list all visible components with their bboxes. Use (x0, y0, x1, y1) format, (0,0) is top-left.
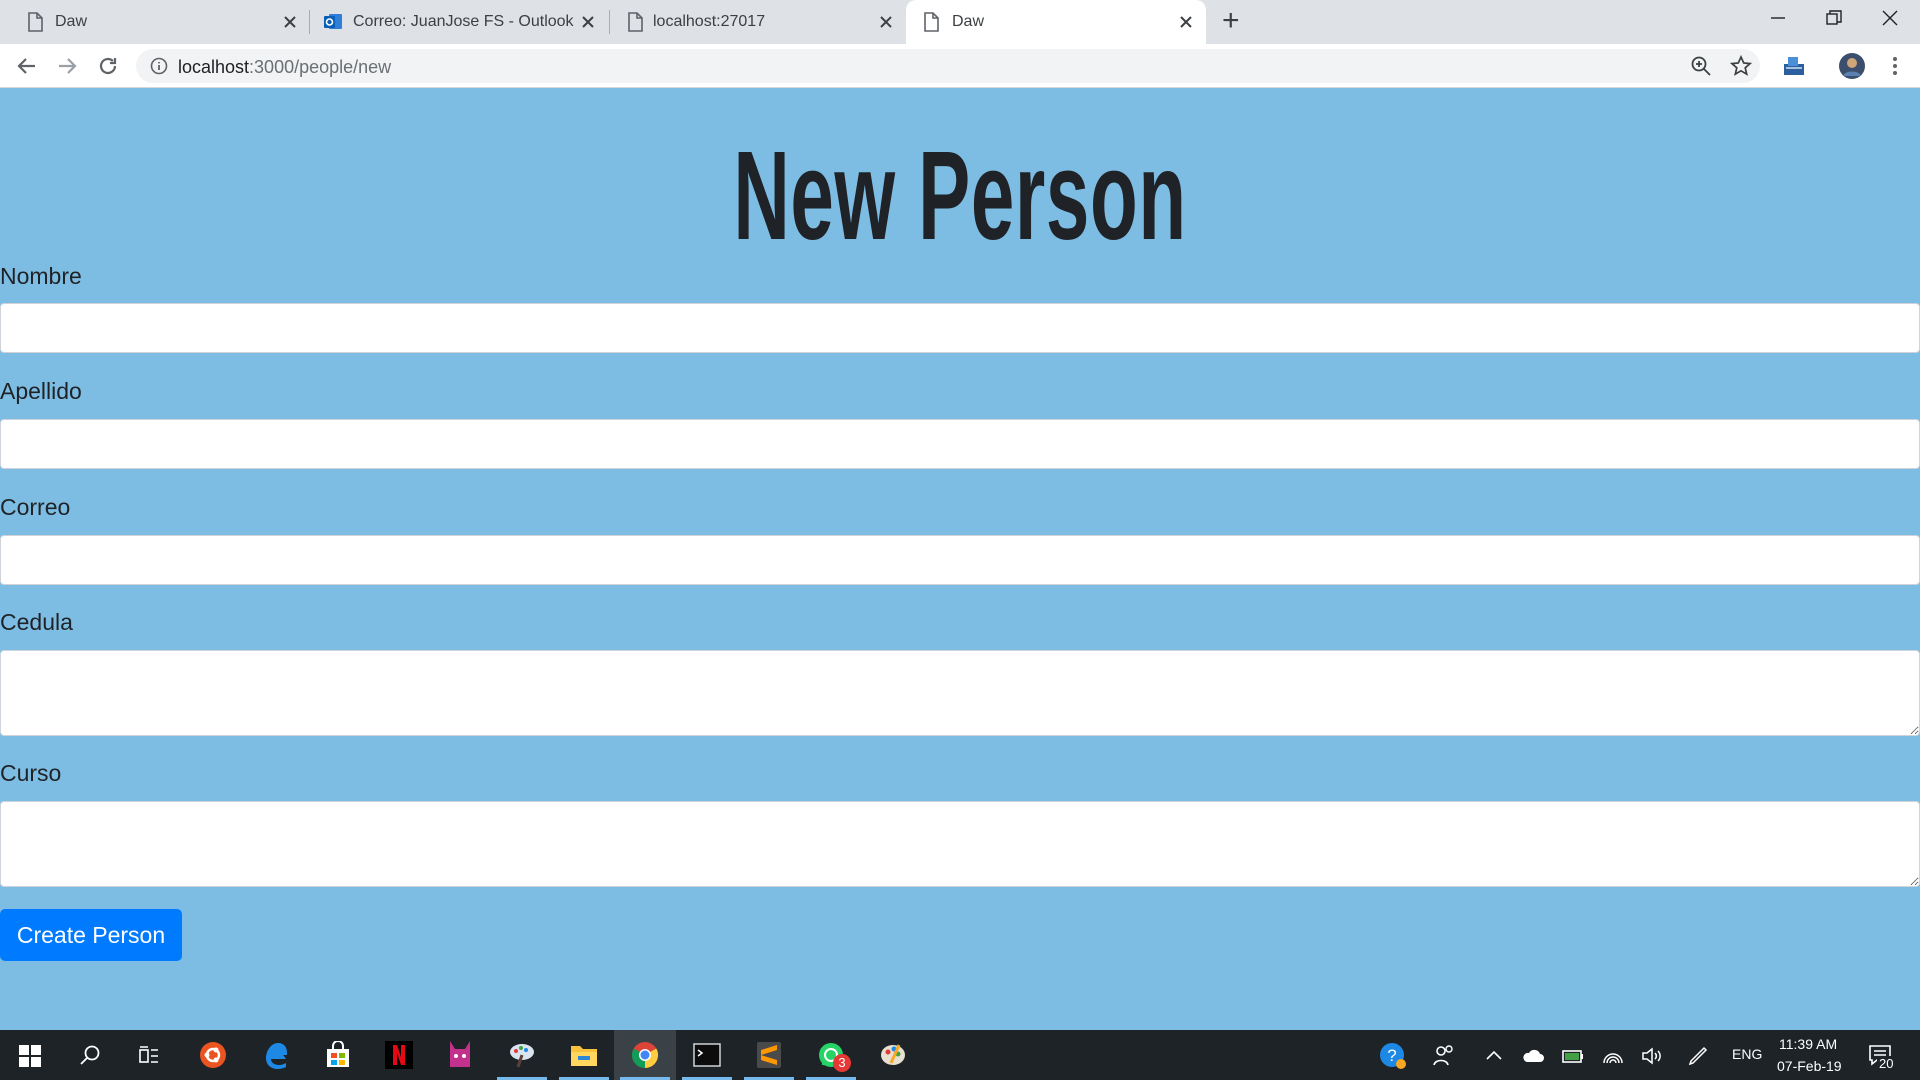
terminal-icon[interactable] (676, 1030, 738, 1080)
correo-field[interactable] (0, 535, 1920, 585)
store-icon[interactable] (307, 1030, 369, 1080)
tab-daw-active[interactable]: Daw (906, 0, 1206, 44)
battery-icon[interactable] (1561, 1044, 1585, 1068)
page-title: New Person (733, 125, 1187, 266)
tab-title: Daw (952, 13, 985, 30)
close-icon[interactable] (1176, 12, 1196, 32)
page-icon (28, 12, 43, 32)
page-content: New Person Nombre Apellido Correo Cedula… (0, 88, 1920, 1030)
tab-title: localhost:27017 (653, 13, 766, 30)
forward-icon[interactable] (55, 54, 79, 78)
page-icon (924, 12, 939, 32)
tab-daw-1[interactable]: Daw (0, 0, 306, 44)
close-icon[interactable] (578, 12, 598, 32)
url-text[interactable]: localhost:3000/people/new (178, 57, 391, 78)
volume-icon[interactable] (1640, 1044, 1664, 1068)
close-icon[interactable] (876, 12, 896, 32)
purple-app-icon[interactable] (429, 1030, 491, 1080)
curso-field[interactable] (0, 801, 1920, 887)
minimize-icon[interactable] (1768, 8, 1788, 28)
url-path: :3000/people/new (249, 57, 392, 77)
netflix-icon[interactable] (368, 1030, 430, 1080)
apellido-field[interactable] (0, 419, 1920, 469)
svg-text:?: ? (1387, 1046, 1396, 1065)
cedula-label: Cedula (0, 609, 73, 635)
search-icon[interactable] (78, 1044, 102, 1068)
tab-title: Daw (55, 13, 88, 30)
extension-icon[interactable] (1782, 54, 1806, 78)
chevron-up-icon[interactable] (1482, 1044, 1506, 1068)
info-icon[interactable] (150, 57, 168, 75)
file-explorer-icon[interactable] (553, 1030, 615, 1080)
tab-outlook[interactable]: Correo: JuanJose FS - Outlook (310, 0, 608, 44)
cedula-field[interactable] (0, 650, 1920, 736)
menu-kebab-icon[interactable] (1883, 54, 1907, 78)
clock-date[interactable]: 07-Feb-19 (1777, 1058, 1842, 1074)
language-indicator[interactable]: ENG (1732, 1046, 1762, 1062)
curso-label: Curso (0, 760, 62, 786)
help-icon[interactable]: ? (1379, 1042, 1407, 1070)
onedrive-icon[interactable] (1521, 1044, 1545, 1068)
ubuntu-icon[interactable] (182, 1030, 244, 1080)
zoom-icon[interactable] (1690, 55, 1712, 77)
url-host: localhost (178, 57, 250, 77)
close-icon[interactable] (280, 12, 300, 32)
page-icon (628, 12, 643, 32)
sublime-icon[interactable] (738, 1030, 800, 1080)
wifi-icon[interactable] (1601, 1044, 1625, 1068)
tab-localhost[interactable]: localhost:27017 (610, 0, 906, 44)
nombre-field[interactable] (0, 303, 1920, 353)
back-icon[interactable] (15, 54, 39, 78)
paint-icon[interactable] (491, 1030, 553, 1080)
chrome-icon[interactable] (614, 1030, 676, 1080)
windows-taskbar: 3 ? ENG 11:39 AM 07-Feb-19 20 (0, 1030, 1920, 1080)
avatar[interactable] (1838, 52, 1866, 80)
reload-icon[interactable] (96, 54, 120, 78)
people-icon[interactable] (1432, 1044, 1456, 1068)
whatsapp-badge: 3 (833, 1054, 851, 1072)
browser-toolbar: localhost:3000/people/new (0, 44, 1920, 88)
pen-icon[interactable] (1686, 1044, 1710, 1068)
paint3d-icon[interactable] (862, 1030, 924, 1080)
windows-start-icon[interactable] (19, 1045, 41, 1067)
whatsapp-icon[interactable]: 3 (800, 1030, 862, 1080)
correo-label: Correo (0, 494, 71, 520)
bookmark-star-icon[interactable] (1730, 55, 1752, 77)
create-person-button[interactable]: Create Person (0, 909, 182, 961)
close-window-icon[interactable] (1880, 8, 1900, 28)
address-bar[interactable]: localhost:3000/people/new (136, 49, 1760, 83)
outlook-icon (324, 14, 342, 29)
notification-count: 20 (1877, 1056, 1896, 1071)
edge-icon[interactable] (245, 1030, 307, 1080)
apellido-label: Apellido (0, 378, 82, 404)
tab-title: Correo: JuanJose FS - Outlook (353, 13, 574, 30)
nombre-label: Nombre (0, 263, 82, 289)
clock-time[interactable]: 11:39 AM (1779, 1036, 1837, 1052)
restore-icon[interactable] (1824, 8, 1844, 28)
task-view-icon[interactable] (137, 1044, 161, 1068)
new-tab-button[interactable]: + (1222, 4, 1240, 38)
browser-tab-strip: Daw Correo: JuanJose FS - Outlook localh… (0, 0, 1920, 44)
